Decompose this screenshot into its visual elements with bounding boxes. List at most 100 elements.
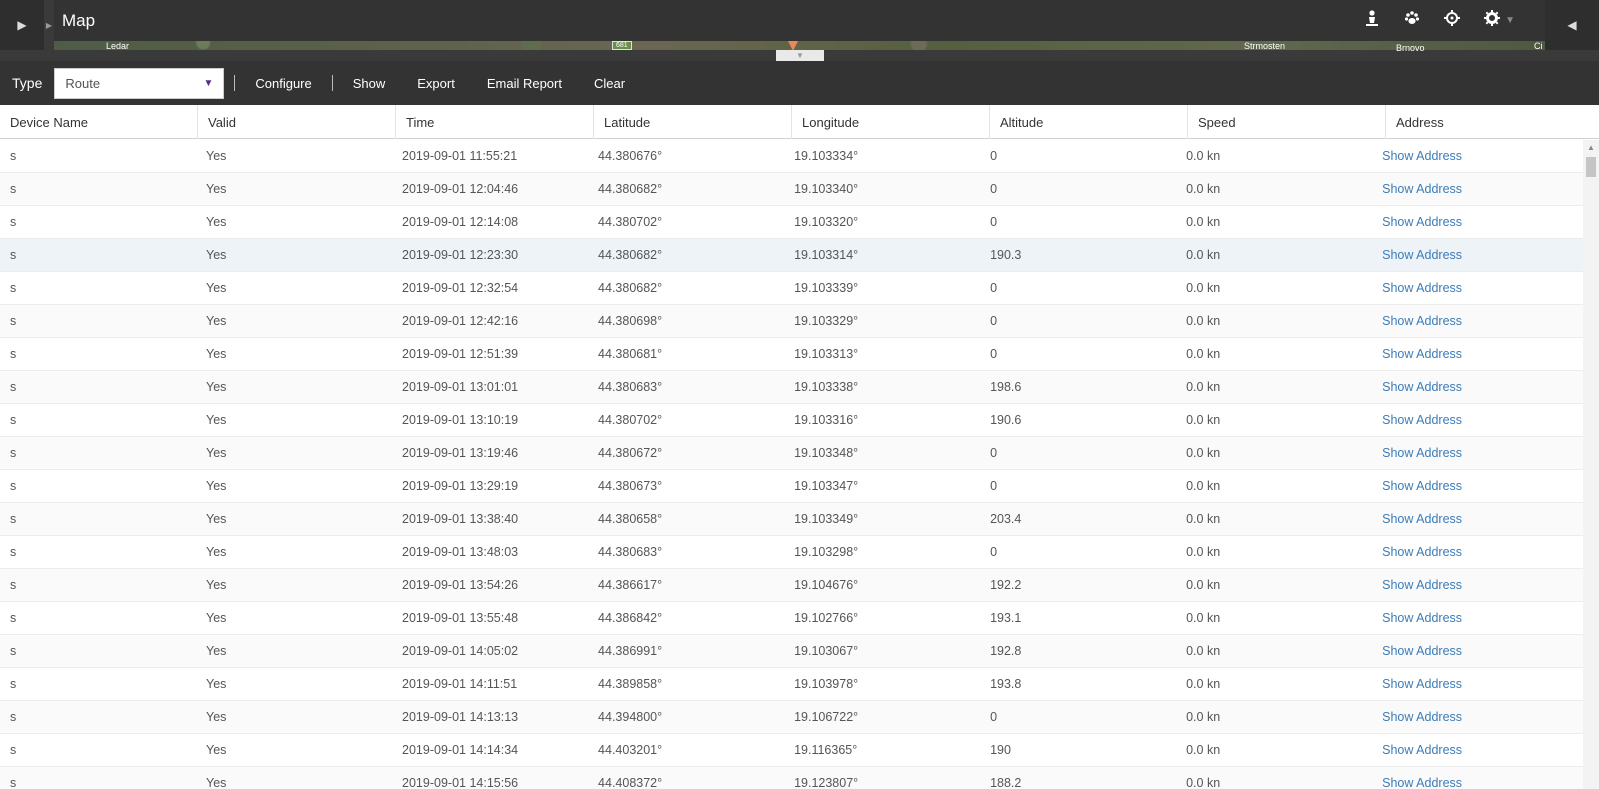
person-icon[interactable]	[1363, 10, 1381, 31]
cell-time: 2019-09-01 13:19:46	[402, 446, 519, 460]
table-row[interactable]: s Yes 2019-09-01 13:48:03 44.380683° 19.1032…	[0, 536, 1583, 569]
configure-button[interactable]: Configure	[245, 76, 321, 91]
paw-icon[interactable]	[1403, 10, 1421, 31]
column-header-altitude[interactable]: Altitude	[990, 105, 1188, 139]
cell-latitude: 44.380682°	[598, 248, 663, 262]
cell-speed: 0.0 kn	[1186, 743, 1221, 757]
table-row[interactable]: s Yes 2019-09-01 12:42:16 44.380698° 19.1033…	[0, 305, 1583, 338]
table-row[interactable]: s Yes 2019-09-01 14:14:34 44.403201° 19.1163…	[0, 734, 1583, 767]
show-address-link[interactable]: Show Address	[1372, 503, 1583, 535]
table-row[interactable]: s Yes 2019-09-01 13:10:19 44.380702° 19.1033…	[0, 404, 1583, 437]
show-address-link[interactable]: Show Address	[1372, 272, 1583, 304]
cell-longitude: 19.116365°	[794, 743, 858, 757]
cell-valid: Yes	[206, 149, 227, 163]
table-row[interactable]: s Yes 2019-09-01 13:38:40 44.380658° 19.1033…	[0, 503, 1583, 536]
show-address-link[interactable]: Show Address	[1372, 668, 1583, 700]
table-row[interactable]: s Yes 2019-09-01 13:19:46 44.380672° 19.1033…	[0, 437, 1583, 470]
cell-speed: 0.0 kn	[1186, 611, 1221, 625]
grid-scrollbar[interactable]: ▲	[1583, 140, 1599, 789]
report-type-value: Route	[65, 75, 101, 91]
cell-valid: Yes	[206, 446, 227, 460]
cell-time: 2019-09-01 13:55:48	[402, 611, 519, 625]
expand-left-panel-button[interactable]: ▶	[0, 0, 44, 50]
show-address-link[interactable]: Show Address	[1372, 602, 1583, 634]
table-row[interactable]: s Yes 2019-09-01 13:01:01 44.380683° 19.1033…	[0, 371, 1583, 404]
cell-longitude: 19.104676°	[794, 578, 859, 592]
export-button[interactable]: Export	[407, 76, 465, 91]
map-place-label: Ledar	[106, 41, 130, 51]
column-header-device-name[interactable]: Device Name	[0, 105, 198, 139]
scroll-up-icon[interactable]: ▲	[1587, 143, 1595, 152]
cell-altitude: 0	[990, 215, 998, 229]
column-header-time[interactable]: Time	[396, 105, 594, 139]
cell-altitude: 0	[990, 281, 998, 295]
table-row[interactable]: s Yes 2019-09-01 14:13:13 44.394800° 19.1067…	[0, 701, 1583, 734]
table-row[interactable]: s Yes 2019-09-01 12:23:30 44.380682° 19.1033…	[0, 239, 1583, 272]
table-row[interactable]: s Yes 2019-09-01 11:55:21 44.380676° 19.1033…	[0, 140, 1583, 173]
table-row[interactable]: s Yes 2019-09-01 13:29:19 44.380673° 19.1033…	[0, 470, 1583, 503]
show-address-link[interactable]: Show Address	[1372, 338, 1583, 370]
report-type-select[interactable]: Route ▼	[54, 67, 225, 99]
cell-speed: 0.0 kn	[1186, 776, 1221, 789]
column-header-speed[interactable]: Speed	[1188, 105, 1386, 139]
cell-device-name: s	[10, 413, 17, 427]
show-address-link[interactable]: Show Address	[1372, 635, 1583, 667]
cell-speed: 0.0 kn	[1186, 215, 1221, 229]
cell-longitude: 19.103067°	[794, 644, 859, 658]
show-address-link[interactable]: Show Address	[1372, 206, 1583, 238]
column-header-valid[interactable]: Valid	[198, 105, 396, 139]
table-row[interactable]: s Yes 2019-09-01 13:55:48 44.386842° 19.1027…	[0, 602, 1583, 635]
show-button[interactable]: Show	[343, 76, 396, 91]
crosshair-icon[interactable]	[1443, 10, 1461, 31]
cell-time: 2019-09-01 12:23:30	[402, 248, 519, 262]
expand-right-panel-button[interactable]: ◀	[1545, 0, 1599, 50]
show-address-link[interactable]: Show Address	[1372, 470, 1583, 502]
column-header-longitude[interactable]: Longitude	[792, 105, 990, 139]
table-row[interactable]: s Yes 2019-09-01 13:54:26 44.386617° 19.1046…	[0, 569, 1583, 602]
cell-device-name: s	[10, 479, 17, 493]
table-row[interactable]: s Yes 2019-09-01 14:05:02 44.386991° 19.1030…	[0, 635, 1583, 668]
panel-collapse-handle[interactable]: ▼	[776, 50, 824, 61]
cell-device-name: s	[10, 743, 17, 757]
show-address-link[interactable]: Show Address	[1372, 404, 1583, 436]
show-address-link[interactable]: Show Address	[1372, 140, 1583, 172]
grid-body[interactable]: s Yes 2019-09-01 11:55:21 44.380676° 19.1033…	[0, 140, 1583, 789]
table-row[interactable]: s Yes 2019-09-01 12:51:39 44.380681° 19.1033…	[0, 338, 1583, 371]
map-splitter[interactable]: ▶	[44, 0, 54, 50]
column-header-address[interactable]: Address	[1386, 105, 1599, 139]
table-row[interactable]: s Yes 2019-09-01 12:14:08 44.380702° 19.1033…	[0, 206, 1583, 239]
chevron-down-icon: ▼	[203, 77, 214, 89]
chevron-down-icon[interactable]: ▼	[1505, 15, 1515, 26]
cell-valid: Yes	[206, 380, 227, 394]
cell-altitude: 0	[990, 545, 998, 559]
show-address-link[interactable]: Show Address	[1372, 371, 1583, 403]
show-address-link[interactable]: Show Address	[1372, 239, 1583, 271]
table-row[interactable]: s Yes 2019-09-01 12:32:54 44.380682° 19.1033…	[0, 272, 1583, 305]
show-address-link[interactable]: Show Address	[1372, 536, 1583, 568]
cell-latitude: 44.408372°	[598, 776, 663, 789]
table-row[interactable]: s Yes 2019-09-01 12:04:46 44.380682° 19.1033…	[0, 173, 1583, 206]
email-report-button[interactable]: Email Report	[477, 76, 572, 91]
cell-latitude: 44.380681°	[598, 347, 663, 361]
show-address-link[interactable]: Show Address	[1372, 173, 1583, 205]
scrollbar-thumb[interactable]	[1586, 157, 1596, 177]
show-address-link[interactable]: Show Address	[1372, 437, 1583, 469]
cell-device-name: s	[10, 380, 17, 394]
show-address-link[interactable]: Show Address	[1372, 734, 1583, 766]
cell-time: 2019-09-01 12:32:54	[402, 281, 519, 295]
clear-button[interactable]: Clear	[584, 76, 635, 91]
map-header: Map ▼	[54, 0, 1545, 41]
cell-altitude: 0	[990, 710, 998, 724]
show-address-link[interactable]: Show Address	[1372, 767, 1583, 789]
table-row[interactable]: s Yes 2019-09-01 14:15:56 44.408372° 19.1238…	[0, 767, 1583, 789]
show-address-link[interactable]: Show Address	[1372, 569, 1583, 601]
map-title: Map	[62, 10, 96, 30]
show-address-link[interactable]: Show Address	[1372, 701, 1583, 733]
table-row[interactable]: s Yes 2019-09-01 14:11:51 44.389858° 19.1039…	[0, 668, 1583, 701]
cell-altitude: 193.8	[990, 677, 1022, 691]
cell-speed: 0.0 kn	[1186, 182, 1221, 196]
column-header-latitude[interactable]: Latitude	[594, 105, 792, 139]
show-address-link[interactable]: Show Address	[1372, 305, 1583, 337]
cell-longitude: 19.103316°	[794, 413, 859, 427]
gear-icon[interactable]	[1483, 10, 1501, 31]
